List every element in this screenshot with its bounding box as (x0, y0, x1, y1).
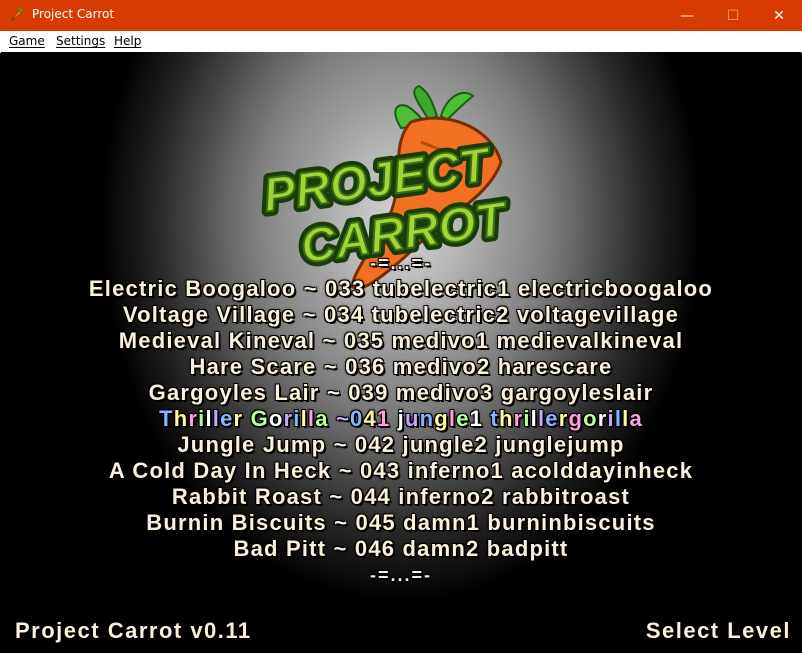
level-item[interactable]: Bad Pitt ~ 046 damn2 badpitt (1, 536, 801, 562)
separator-bottom: -=...=- (369, 565, 432, 585)
level-item[interactable]: Gargoyles Lair ~ 039 medivo3 gargoylesla… (1, 380, 801, 406)
title-bar[interactable]: Project Carrot — ☐ ✕ (0, 0, 802, 31)
version-label: Project Carrot v0.11 (15, 618, 252, 643)
maximize-button[interactable]: ☐ (710, 0, 756, 31)
minimize-button[interactable]: — (664, 0, 710, 31)
menu-help[interactable]: Help (114, 34, 141, 48)
close-button[interactable]: ✕ (756, 0, 802, 31)
minimize-icon: — (680, 7, 694, 24)
level-item[interactable]: Voltage Village ~ 034 tubelectric2 volta… (1, 302, 801, 328)
maximize-icon: ☐ (726, 7, 740, 24)
level-item[interactable]: Hare Scare ~ 036 medivo2 harescare (1, 354, 801, 380)
window-title: Project Carrot (32, 7, 115, 21)
mode-label: Select Level (645, 618, 791, 643)
game-canvas[interactable]: PROJECT PROJECT CARROT CARROT -=...=- El… (1, 52, 801, 652)
level-item[interactable]: A Cold Day In Heck ~ 043 inferno1 acoldd… (1, 458, 801, 484)
close-icon: ✕ (773, 7, 785, 24)
menu-bar: Game Settings Help (0, 31, 802, 53)
menu-game[interactable]: Game (9, 34, 45, 48)
level-item-selected[interactable]: Thriller Gorilla ~041 jungle1 thrillergo… (1, 406, 801, 432)
level-item[interactable]: Jungle Jump ~ 042 jungle2 junglejump (1, 432, 801, 458)
menu-settings[interactable]: Settings (56, 34, 105, 48)
level-item[interactable]: Medieval Kineval ~ 035 medivo1 medievalk… (1, 328, 801, 354)
level-item[interactable]: Burnin Biscuits ~ 045 damn1 burninbiscui… (1, 510, 801, 536)
level-item[interactable]: Electric Boogaloo ~ 033 tubelectric1 ele… (1, 276, 801, 302)
level-list: -=...=- Electric Boogaloo ~ 033 tubelect… (1, 250, 801, 588)
level-item[interactable]: Rabbit Roast ~ 044 inferno2 rabbitroast (1, 484, 801, 510)
carrot-icon (10, 7, 24, 22)
separator-top: -=...=- (369, 253, 432, 273)
